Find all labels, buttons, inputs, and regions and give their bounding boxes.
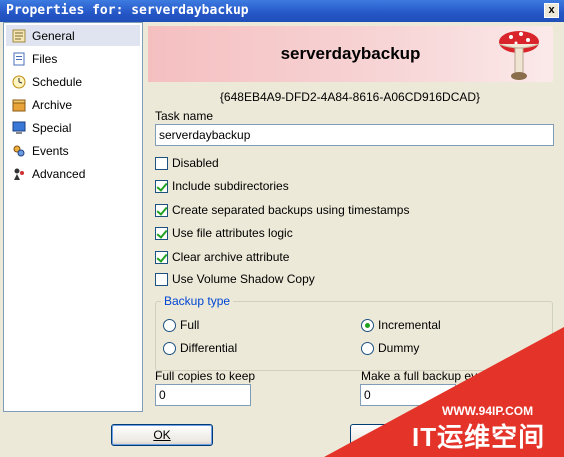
radio-dot [361, 341, 374, 355]
sidebar-item-files[interactable]: Files [6, 48, 140, 69]
radio-label: Full [180, 318, 200, 332]
full-radio[interactable]: Full [163, 317, 199, 333]
sidebar-item-label: Advanced [32, 166, 86, 181]
watermark-url: WWW.94IP.COM [442, 404, 534, 418]
backup-type-group [155, 301, 553, 371]
checkbox-label: Disabled [172, 156, 219, 170]
computer-icon [11, 120, 27, 136]
sidebar-item-label: Special [32, 120, 72, 135]
radio-label: Dummy [378, 341, 420, 355]
clock-icon [11, 74, 27, 90]
checkbox-label: Use file attributes logic [172, 226, 293, 240]
task-guid: {648EB4A9-DFD2-4A84-8616-A06CD916DCAD} [219, 90, 481, 104]
file-attributes-checkbox[interactable]: Use file attributes logic [155, 225, 293, 241]
title-bar: Properties for: serverdaybackup x [0, 0, 564, 22]
archive-icon [11, 97, 27, 113]
sidebar: General Files Schedule Archive Special E… [3, 22, 143, 412]
full-every-input[interactable]: 0 [360, 384, 456, 406]
full-copies-input[interactable]: 0 [155, 384, 251, 406]
sidebar-item-general[interactable]: General [6, 25, 140, 46]
clear-archive-checkbox[interactable]: Clear archive attribute [155, 249, 289, 265]
differential-radio[interactable]: Differential [163, 340, 237, 356]
sidebar-item-advanced[interactable]: Advanced [6, 163, 140, 184]
sidebar-item-label: Files [32, 51, 58, 66]
window-title: Properties for: serverdaybackup [6, 3, 249, 18]
sidebar-item-schedule[interactable]: Schedule [6, 71, 140, 92]
radio-dot [163, 318, 176, 332]
close-button[interactable]: x [544, 3, 559, 18]
events-icon [11, 143, 27, 159]
backup-type-title: Backup type [161, 294, 234, 308]
full-every-label: Make a full backup every [361, 369, 494, 383]
checkbox-box [155, 179, 168, 193]
full-copies-label: Full copies to keep [155, 369, 256, 383]
checkbox-label: Use Volume Shadow Copy [172, 272, 315, 286]
ok-button[interactable]: OK [111, 424, 213, 446]
radio-label: Differential [180, 341, 238, 355]
incremental-radio[interactable]: Incremental [361, 317, 441, 333]
checkbox-box [155, 156, 168, 170]
general-panel: serverdaybackup {648EB4A9-DFD2-4A84-8616… [146, 22, 561, 412]
sidebar-item-archive[interactable]: Archive [6, 94, 140, 115]
sidebar-item-label: Schedule [32, 74, 83, 89]
files-icon [11, 51, 27, 67]
separated-backups-checkbox[interactable]: Create separated backups using timestamp… [155, 202, 409, 218]
checkbox-box [155, 203, 168, 217]
sidebar-item-special[interactable]: Special [6, 117, 140, 138]
volume-shadow-copy-checkbox[interactable]: Use Volume Shadow Copy [155, 271, 315, 287]
sidebar-item-label: Archive [32, 97, 73, 112]
disabled-checkbox[interactable]: Disabled [155, 155, 219, 171]
task-name-input[interactable]: serverdaybackup [155, 124, 554, 146]
radio-dot [163, 341, 176, 355]
checkbox-box [155, 250, 168, 264]
dialog-body: General Files Schedule Archive Special E… [3, 22, 561, 454]
task-banner: serverdaybackup [148, 26, 553, 82]
task-title: serverdaybackup [280, 44, 421, 63]
task-name-label: Task name [155, 109, 214, 123]
advanced-icon [11, 166, 27, 182]
watermark-brand: IT运维空间 [412, 422, 546, 452]
radio-label: Incremental [378, 318, 441, 332]
sidebar-item-label: Events [32, 143, 69, 158]
sidebar-item-events[interactable]: Events [6, 140, 140, 161]
radio-dot [361, 318, 374, 332]
checkbox-label: Create separated backups using timestamp… [172, 203, 410, 217]
mushroom-icon [498, 31, 540, 80]
dummy-radio[interactable]: Dummy [361, 340, 419, 356]
checkbox-box [155, 272, 168, 286]
sidebar-item-label: General [32, 28, 75, 43]
general-icon [11, 28, 27, 44]
checkbox-label: Include subdirectories [172, 179, 289, 193]
checkbox-box [155, 226, 168, 240]
include-subdirectories-checkbox[interactable]: Include subdirectories [155, 178, 289, 194]
checkbox-label: Clear archive attribute [172, 250, 290, 264]
ok-button-label: OK [153, 428, 171, 442]
